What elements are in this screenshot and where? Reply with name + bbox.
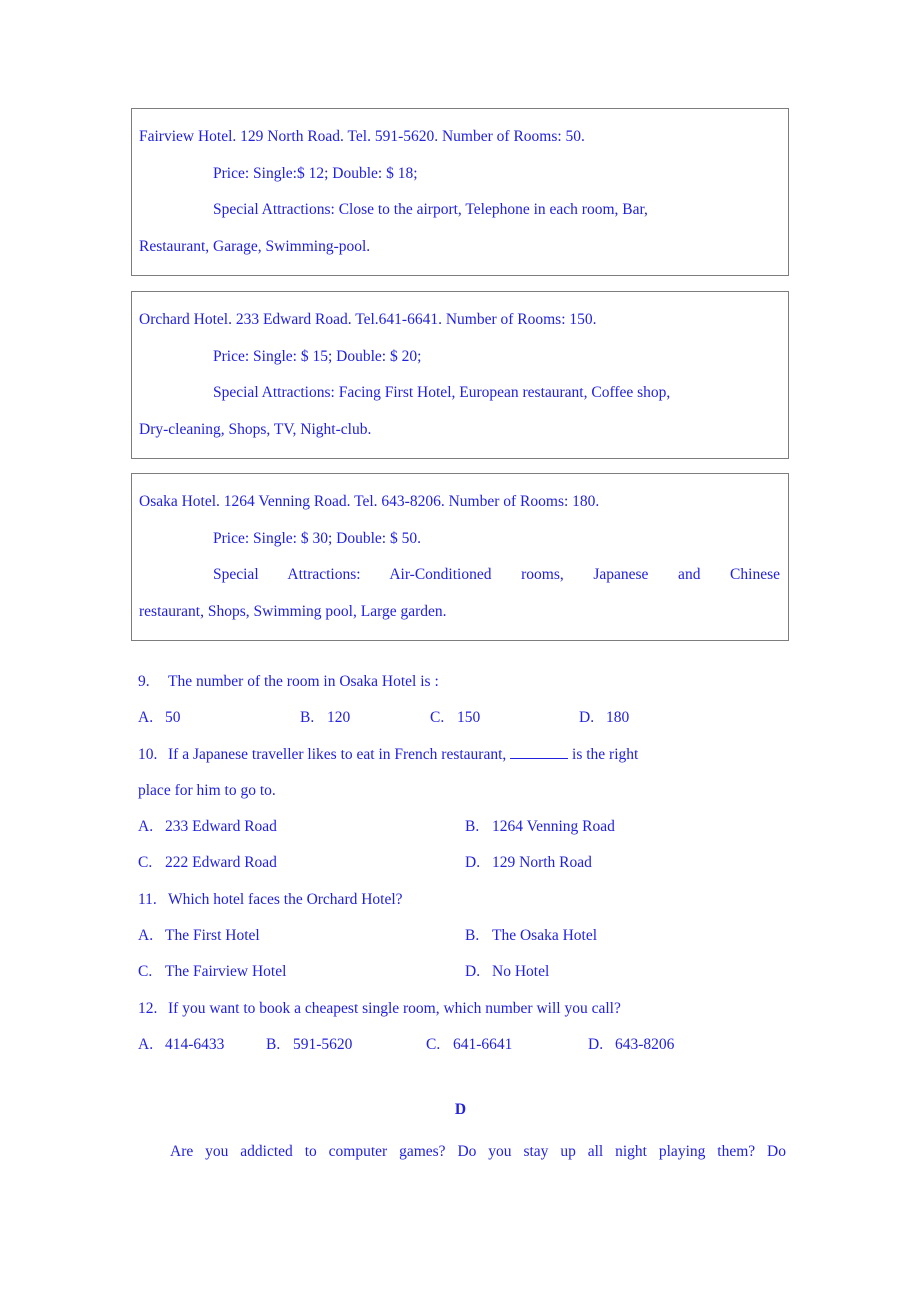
option-label: C. bbox=[426, 1035, 441, 1053]
question-9-option-d[interactable]: D. 180 bbox=[579, 700, 629, 736]
option-label: B. bbox=[465, 927, 480, 945]
option-text: 414-6433 bbox=[165, 1035, 225, 1053]
question-9-option-b[interactable]: B. 120 bbox=[300, 700, 350, 736]
question-10-option-c[interactable]: C. 222 Edward Road bbox=[138, 845, 277, 881]
question-11-option-c[interactable]: C. The Fairview Hotel bbox=[138, 954, 286, 990]
option-text: The Osaka Hotel bbox=[492, 927, 598, 945]
hotel-info-box-fairview: Fairview Hotel. 129 North Road. Tel. 591… bbox=[131, 108, 789, 276]
option-text: 1264 Venning Road bbox=[492, 818, 615, 836]
hotel-attractions-line-1: Special Attractions: Close to the airpor… bbox=[213, 201, 648, 218]
hotel-attractions-line-1: Special Attractions: Facing First Hotel,… bbox=[213, 384, 671, 401]
option-text: 641-6641 bbox=[453, 1035, 513, 1053]
question-11-text: Which hotel faces the Orchard Hotel? bbox=[168, 890, 403, 908]
option-label: D. bbox=[465, 963, 481, 981]
option-label: A. bbox=[138, 1035, 154, 1053]
question-9-stem: 9. The number of the room in Osaka Hotel … bbox=[138, 664, 783, 700]
hotel-header-line: Osaka Hotel. 1264 Venning Road. Tel. 643… bbox=[139, 493, 600, 510]
question-12-number: 12. bbox=[138, 999, 158, 1017]
option-text: 150 bbox=[457, 709, 481, 727]
question-10-options-row-2: C. 222 Edward Road D. 129 North Road bbox=[138, 845, 783, 881]
option-text: 129 North Road bbox=[492, 854, 592, 872]
hotel-info-box-orchard: Orchard Hotel. 233 Edward Road. Tel.641-… bbox=[131, 291, 789, 459]
question-10-option-b[interactable]: B. 1264 Venning Road bbox=[465, 809, 615, 845]
hotel-price-line: Price: Single: $ 15; Double: $ 20; bbox=[213, 347, 422, 365]
question-12-option-c[interactable]: C. 641-6641 bbox=[426, 1027, 512, 1063]
question-11-option-a[interactable]: A. The First Hotel bbox=[138, 918, 260, 954]
question-10-stem: 10. If a Japanese traveller likes to eat … bbox=[138, 737, 783, 773]
question-9-text: The number of the room in Osaka Hotel is… bbox=[168, 673, 439, 690]
section-d-heading: D bbox=[454, 1101, 467, 1118]
hotel-header-line: Fairview Hotel. 129 North Road. Tel. 591… bbox=[139, 128, 585, 145]
option-text: 120 bbox=[327, 709, 351, 727]
option-text: 222 Edward Road bbox=[165, 854, 277, 872]
section-d-passage-line-1: Are you addicted to computer games? Do y… bbox=[170, 1143, 786, 1160]
question-10-option-a[interactable]: A. 233 Edward Road bbox=[138, 809, 277, 845]
question-10-option-d[interactable]: D. 129 North Road bbox=[465, 845, 592, 881]
option-text: The Fairview Hotel bbox=[165, 963, 287, 981]
option-label: C. bbox=[138, 854, 153, 872]
question-9-option-c[interactable]: C. 150 bbox=[430, 700, 480, 736]
question-9-options-row: A. 50 B. 120 C. 150 D. 180 bbox=[138, 700, 783, 736]
option-label: A. bbox=[138, 927, 154, 945]
option-label: C. bbox=[138, 963, 153, 981]
hotel-attractions-line-2: restaurant, Shops, Swimming pool, Large … bbox=[139, 602, 447, 620]
option-text: 591-5620 bbox=[293, 1035, 353, 1053]
option-label: D. bbox=[579, 709, 595, 727]
hotel-price-line: Price: Single:$ 12; Double: $ 18; bbox=[213, 164, 418, 182]
option-label: B. bbox=[266, 1035, 281, 1053]
question-11-options-row-1: A. The First Hotel B. The Osaka Hotel bbox=[138, 918, 783, 954]
option-label: B. bbox=[465, 818, 480, 836]
hotel-attractions-line-1: Special Attractions: Air-Conditioned roo… bbox=[213, 566, 780, 583]
option-label: D. bbox=[465, 854, 481, 872]
option-label: D. bbox=[588, 1035, 604, 1053]
option-label: A. bbox=[138, 709, 154, 727]
hotel-price-line: Price: Single: $ 30; Double: $ 50. bbox=[213, 529, 421, 547]
question-11-option-b[interactable]: B. The Osaka Hotel bbox=[465, 918, 597, 954]
option-text: The First Hotel bbox=[165, 927, 260, 945]
question-10-text-before-blank: If a Japanese traveller likes to eat in … bbox=[168, 745, 507, 763]
option-label: B. bbox=[300, 709, 315, 727]
question-12-stem: 12. If you want to book a cheapest single… bbox=[138, 991, 783, 1027]
question-12-options-row: A. 414-6433 B. 591-5620 C. 641-6641 D. 643-8… bbox=[138, 1027, 783, 1063]
hotel-header-line: Orchard Hotel. 233 Edward Road. Tel.641-… bbox=[139, 311, 597, 328]
hotel-attractions-line-2: Dry-cleaning, Shops, TV, Night-club. bbox=[139, 420, 372, 438]
question-12-text: If you want to book a cheapest single ro… bbox=[168, 999, 621, 1017]
question-10-answer-blank bbox=[510, 746, 569, 759]
option-text: No Hotel bbox=[492, 963, 550, 981]
option-label: A. bbox=[138, 818, 154, 836]
question-11-stem: 11. Which hotel faces the Orchard Hotel? bbox=[138, 882, 783, 918]
question-12-option-d[interactable]: D. 643-8206 bbox=[588, 1027, 674, 1063]
question-10-stem-continued: place for him to go to. bbox=[138, 781, 276, 799]
option-text: 643-8206 bbox=[615, 1035, 675, 1053]
hotel-info-box-osaka: Osaka Hotel. 1264 Venning Road. Tel. 643… bbox=[131, 473, 789, 641]
hotel-attractions-line-2: Restaurant, Garage, Swimming-pool. bbox=[139, 237, 371, 255]
question-12-option-a[interactable]: A. 414-6433 bbox=[138, 1027, 224, 1063]
question-10-text-after-blank: is the right bbox=[572, 745, 639, 763]
question-12-option-b[interactable]: B. 591-5620 bbox=[266, 1027, 352, 1063]
question-11-number: 11. bbox=[138, 890, 157, 908]
question-10-options-row-1: A. 233 Edward Road B. 1264 Venning Road bbox=[138, 809, 783, 845]
question-11-option-d[interactable]: D. No Hotel bbox=[465, 954, 549, 990]
document-page: Fairview Hotel. 129 North Road. Tel. 591… bbox=[0, 0, 920, 1302]
option-text: 180 bbox=[606, 709, 630, 727]
questions-section: 9. The number of the room in Osaka Hotel … bbox=[138, 664, 783, 1063]
question-9-number: 9. bbox=[138, 673, 150, 690]
question-9-option-a[interactable]: A. 50 bbox=[138, 700, 181, 736]
option-label: C. bbox=[430, 709, 445, 727]
option-text: 233 Edward Road bbox=[165, 818, 277, 836]
question-11-options-row-2: C. The Fairview Hotel D. No Hotel bbox=[138, 954, 783, 990]
question-10-number: 10. bbox=[138, 745, 158, 763]
option-text: 50 bbox=[165, 709, 181, 727]
